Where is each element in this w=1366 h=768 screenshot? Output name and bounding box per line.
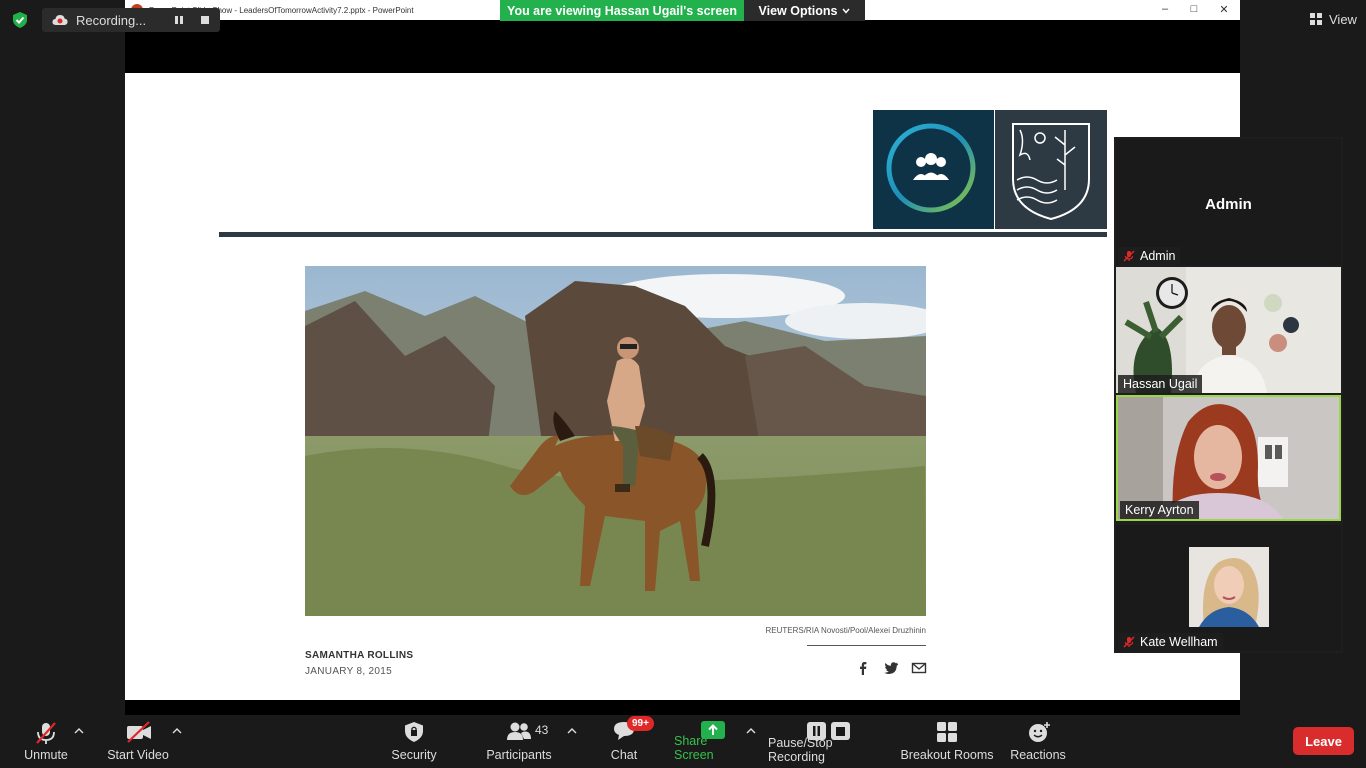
unmute-label: Unmute: [24, 748, 68, 762]
participant-video-panel: Admin Admin Hassan Ugail Kerry Ayrton Ka…: [1114, 137, 1343, 653]
participant-avatar: [1189, 547, 1269, 627]
pause-recording-icon[interactable]: [174, 15, 184, 25]
security-label: Security: [391, 748, 437, 762]
participant-name-tag: Hassan Ugail: [1118, 375, 1203, 393]
chat-unread-badge: 99+: [627, 716, 654, 731]
security-shield-icon: [405, 722, 423, 742]
view-button[interactable]: View: [1302, 8, 1360, 30]
stop-recording-icon[interactable]: [200, 15, 210, 25]
participant-name-tag: Kate Wellham: [1118, 633, 1223, 651]
participant-name: Kerry Ayrton: [1125, 503, 1194, 517]
participant-name: Admin: [1140, 249, 1176, 263]
participant-name-tag: Kerry Ayrton: [1120, 501, 1199, 519]
university-crest-logo: [995, 110, 1107, 229]
breakout-rooms-icon: [937, 722, 957, 742]
chevron-down-icon: [842, 8, 851, 14]
start-video-button[interactable]: Start Video: [104, 715, 172, 768]
start-video-label: Start Video: [107, 748, 169, 762]
audio-options-chevron-icon[interactable]: [74, 727, 84, 735]
news-photo: [305, 266, 926, 616]
encryption-shield-icon[interactable]: [11, 11, 29, 29]
twitter-icon[interactable]: [883, 660, 899, 676]
pause-stop-recording-button[interactable]: Pause/Stop Recording: [768, 715, 890, 768]
community-logo: [873, 110, 994, 229]
article-date: JANUARY 8, 2015: [305, 666, 392, 677]
tile-display-name: Admin: [1205, 196, 1252, 213]
breakout-rooms-label: Breakout Rooms: [900, 748, 994, 762]
cloud-recording-icon: [52, 15, 68, 25]
view-label: View: [1329, 11, 1357, 27]
share-screen-icon: [701, 721, 725, 739]
share-screen-button[interactable]: Share Screen: [674, 715, 750, 768]
slide-divider: [219, 232, 1107, 237]
grid-view-icon: [1310, 13, 1322, 25]
video-off-icon: [127, 721, 151, 743]
chat-label: Chat: [610, 748, 638, 762]
credit-divider: [807, 645, 926, 646]
video-options-chevron-icon[interactable]: [172, 727, 182, 735]
video-tile-kate-wellham[interactable]: Kate Wellham: [1116, 525, 1341, 651]
zoom-meeting-window: PowerPoint Slide Show - LeadersOfTomorro…: [0, 0, 1366, 768]
participant-name: Kate Wellham: [1140, 635, 1218, 649]
share-options-chevron-icon[interactable]: [746, 727, 756, 735]
view-options-label: View Options: [758, 3, 838, 18]
video-tile-kerry-ayrton[interactable]: Kerry Ayrton: [1116, 395, 1341, 521]
pause-stop-icon: [807, 722, 850, 740]
video-tile-admin[interactable]: Admin Admin: [1116, 139, 1341, 265]
participants-label: Participants: [486, 748, 552, 762]
muted-mic-icon: [1123, 636, 1135, 648]
recording-indicator: Recording...: [42, 8, 220, 32]
participant-name: Hassan Ugail: [1123, 377, 1198, 391]
maximize-button[interactable]: □: [1187, 3, 1201, 15]
meeting-toolbar: Unmute Start Video Security Participants…: [0, 715, 1366, 768]
recording-label: Recording...: [76, 12, 147, 28]
participants-count: 43: [535, 723, 549, 737]
view-options-button[interactable]: View Options: [744, 0, 865, 21]
email-icon[interactable]: [911, 660, 927, 676]
viewing-banner: You are viewing Hassan Ugail's screen: [500, 0, 744, 21]
muted-mic-icon: [1123, 250, 1135, 262]
article-author: SAMANTHA ROLLINS: [305, 650, 414, 661]
muted-microphone-icon: [36, 722, 56, 744]
viewing-banner-text: You are viewing Hassan Ugail's screen: [507, 3, 737, 18]
unmute-button[interactable]: Unmute: [18, 715, 74, 768]
reactions-label: Reactions: [1010, 748, 1066, 762]
video-tile-hassan-ugail[interactable]: Hassan Ugail: [1116, 267, 1341, 393]
photo-credit: REUTERS/RIA Novosti/Pool/Alexei Druzhini…: [765, 626, 926, 635]
security-button[interactable]: Security: [388, 715, 440, 768]
reactions-button[interactable]: Reactions: [1008, 715, 1068, 768]
breakout-rooms-button[interactable]: Breakout Rooms: [900, 715, 994, 768]
leave-button[interactable]: Leave: [1293, 727, 1354, 755]
facebook-icon[interactable]: [855, 660, 871, 676]
participants-options-chevron-icon[interactable]: [567, 727, 577, 735]
shared-screen: PowerPoint Slide Show - LeadersOfTomorro…: [125, 0, 1240, 715]
participant-name-tag: Admin: [1118, 247, 1181, 265]
close-button[interactable]: ✕: [1217, 3, 1231, 16]
participants-icon: [507, 722, 531, 740]
minimize-button[interactable]: –: [1158, 3, 1172, 15]
reactions-smiley-icon: [1029, 722, 1050, 742]
slide: REUTERS/RIA Novosti/Pool/Alexei Druzhini…: [125, 73, 1240, 700]
